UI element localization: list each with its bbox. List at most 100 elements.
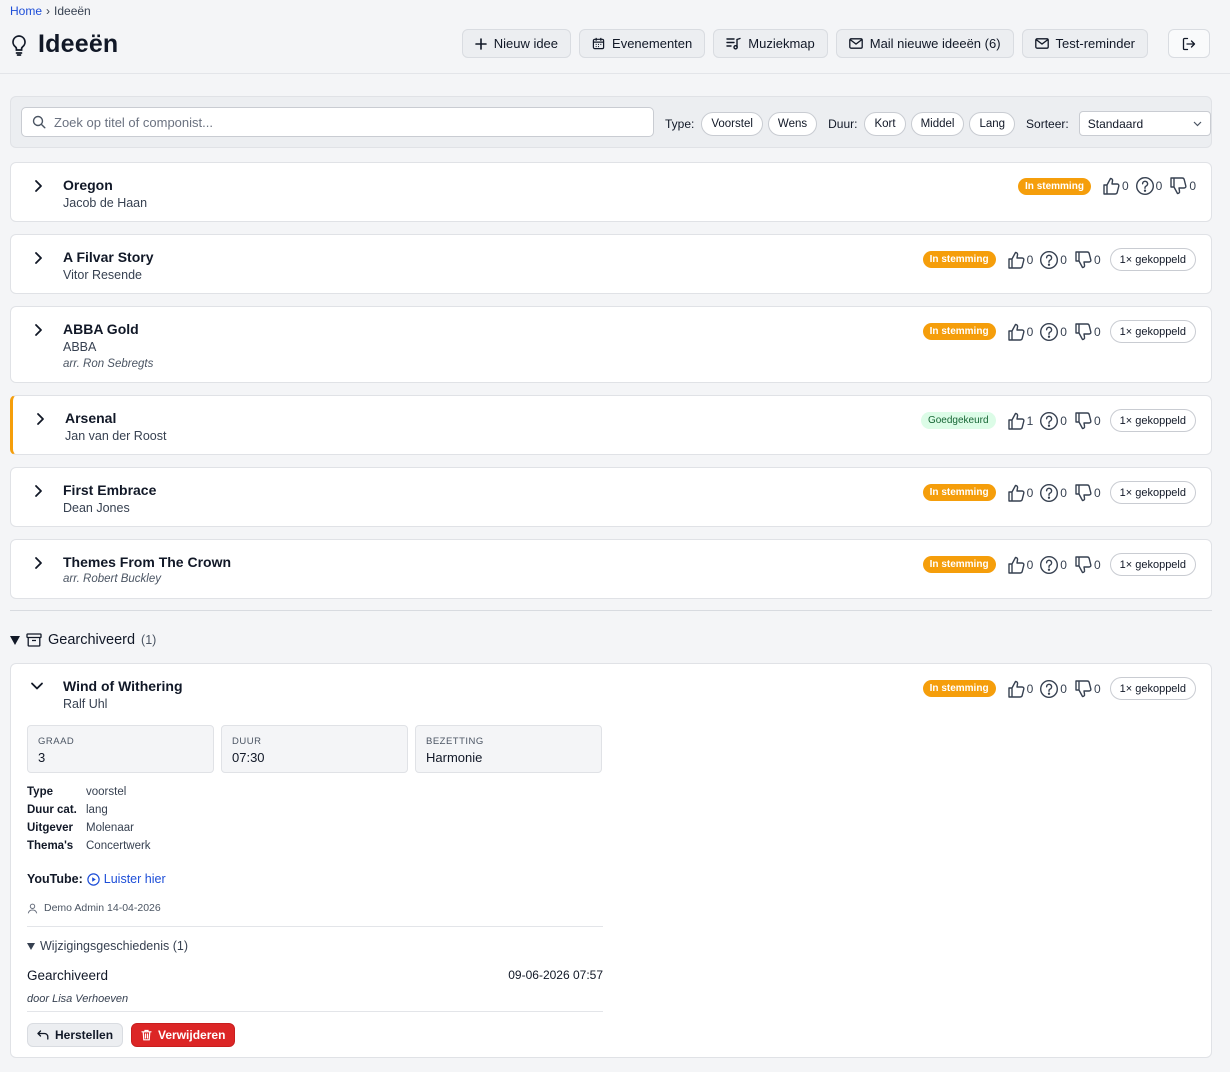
chevron-right-icon[interactable] xyxy=(33,323,43,337)
history-timestamp: 09-06-2026 07:57 xyxy=(508,968,603,982)
thumbs-up-icon xyxy=(1007,680,1025,698)
vote-down-count: 0 xyxy=(1093,324,1101,339)
chevron-right-icon[interactable] xyxy=(35,412,45,426)
linked-badge[interactable]: 1× gekoppeld xyxy=(1109,248,1196,271)
archive-label: Gearchiveerd xyxy=(48,632,136,648)
idea-composer: Vitor Resende xyxy=(63,268,142,282)
delete-button[interactable]: Verwijderen xyxy=(131,1023,236,1047)
vote-maybe[interactable]: 0 xyxy=(1039,679,1067,699)
question-circle-icon xyxy=(1135,176,1154,196)
caret-down-icon xyxy=(27,942,35,950)
search-icon xyxy=(32,115,46,129)
music-folder-label: Muziekmap xyxy=(748,36,815,51)
linked-badge[interactable]: 1× gekoppeld xyxy=(1109,409,1196,432)
vote-maybe[interactable]: 0 xyxy=(1039,322,1067,342)
question-circle-icon xyxy=(1040,322,1059,341)
grade-tile: GRAAD 3 xyxy=(27,725,214,773)
thumbs-up-icon xyxy=(1103,177,1120,195)
music-folder-button[interactable]: Muziekmap xyxy=(713,29,828,58)
status-badge: In stemming xyxy=(922,680,996,697)
youtube-link-label: Luister hier xyxy=(103,872,166,886)
status-badge: In stemming xyxy=(922,251,996,268)
search-input[interactable] xyxy=(54,114,643,130)
vote-down-count: 0 xyxy=(1093,681,1101,696)
property-value: lang xyxy=(86,804,108,816)
events-button[interactable]: Evenementen xyxy=(579,29,706,58)
idea-card[interactable]: ABBA Gold ABBA arr. Ron Sebregts In stem… xyxy=(10,306,1212,383)
status-badge: In stemming xyxy=(922,323,996,340)
tile-label: DUUR xyxy=(232,736,262,747)
idea-arranger: arr. Robert Buckley xyxy=(63,573,161,585)
vote-maybe[interactable]: 0 xyxy=(1039,555,1067,575)
duration-chip-kort[interactable]: Kort xyxy=(864,111,906,136)
thumbs-up-icon xyxy=(1007,484,1025,502)
vote-maybe[interactable]: 0 xyxy=(1039,250,1067,270)
chevron-down-icon[interactable] xyxy=(30,681,44,691)
vote-down[interactable]: 0 xyxy=(1168,176,1196,196)
vote-up[interactable]: 0 xyxy=(1006,555,1033,575)
vote-up[interactable]: 0 xyxy=(1006,250,1033,270)
vote-down[interactable]: 0 xyxy=(1073,322,1101,342)
idea-card[interactable]: Themes From The Crown arr. Robert Buckle… xyxy=(10,539,1212,599)
idea-card[interactable]: First Embrace Dean Jones In stemming 0 0… xyxy=(10,467,1212,527)
property-value: Molenaar xyxy=(86,822,134,834)
breadcrumb-home-link[interactable]: Home xyxy=(10,4,42,18)
thumbs-up-icon xyxy=(1007,412,1025,430)
linked-badge[interactable]: 1× gekoppeld xyxy=(1109,320,1196,343)
thumbs-down-icon xyxy=(1075,679,1092,697)
youtube-link[interactable]: Luister hier xyxy=(87,872,166,886)
vote-down[interactable]: 0 xyxy=(1073,250,1101,270)
new-idea-button[interactable]: Nieuw idee xyxy=(461,29,572,58)
linked-badge[interactable]: 1× gekoppeld xyxy=(1109,553,1196,576)
property-list: Type voorstel Duur cat. lang Uitgever Mo… xyxy=(27,786,151,852)
divider xyxy=(27,926,603,927)
history-toggle[interactable]: Wijzigingsgeschiedenis (1) xyxy=(27,939,188,953)
idea-card[interactable]: A Filvar Story Vitor Resende In stemming… xyxy=(10,234,1212,294)
duration-chip-middel[interactable]: Middel xyxy=(910,111,965,136)
vote-maybe-count: 0 xyxy=(1060,252,1067,267)
breadcrumb: Home › Ideeën xyxy=(10,4,91,18)
vote-up[interactable]: 0 xyxy=(1006,483,1033,503)
type-chip-wens[interactable]: Wens xyxy=(767,111,818,136)
filter-group: Type: Voorstel Wens Duur: Kort Middel La… xyxy=(665,111,1211,136)
vote-up[interactable]: 0 xyxy=(1006,322,1033,342)
chevron-right-icon[interactable] xyxy=(33,179,43,193)
chevron-right-icon[interactable] xyxy=(33,484,43,498)
mail-icon xyxy=(1034,38,1049,49)
idea-title: Wind of Withering xyxy=(63,678,183,694)
chevron-right-icon[interactable] xyxy=(33,556,43,570)
idea-card[interactable]: Oregon Jacob de Haan In stemming 0 0 0 xyxy=(10,162,1212,222)
instrumentation-tile: BEZETTING Harmonie xyxy=(415,725,602,773)
question-circle-icon xyxy=(1040,483,1059,502)
vote-down[interactable]: 0 xyxy=(1073,555,1101,575)
vote-maybe[interactable]: 0 xyxy=(1135,176,1162,196)
created-meta: Demo Admin 14-04-2026 xyxy=(27,902,161,914)
question-circle-icon xyxy=(1040,679,1059,698)
linked-badge[interactable]: 1× gekoppeld xyxy=(1109,677,1196,700)
chevron-right-icon[interactable] xyxy=(33,251,43,265)
sort-select[interactable]: Standaard xyxy=(1078,111,1211,136)
trash-icon xyxy=(141,1029,152,1041)
vote-up[interactable]: 1 xyxy=(1006,411,1033,431)
vote-maybe[interactable]: 0 xyxy=(1039,483,1067,503)
vote-down[interactable]: 0 xyxy=(1073,679,1101,699)
vote-up[interactable]: 0 xyxy=(1006,679,1033,699)
duration-chip-lang[interactable]: Lang xyxy=(969,111,1016,136)
idea-composer: Ralf Uhl xyxy=(63,697,108,711)
type-chip-voorstel[interactable]: Voorstel xyxy=(701,111,763,136)
vote-down[interactable]: 0 xyxy=(1073,411,1101,431)
tile-label: GRAAD xyxy=(38,736,75,747)
linked-badge[interactable]: 1× gekoppeld xyxy=(1109,481,1196,504)
archive-toggle[interactable]: Gearchiveerd (1) xyxy=(10,632,156,648)
idea-card[interactable]: Arsenal Jan van der Roost Goedgekeurd 1 … xyxy=(10,395,1212,455)
restore-button[interactable]: Herstellen xyxy=(27,1023,124,1047)
vote-up[interactable]: 0 xyxy=(1101,176,1129,196)
test-reminder-button[interactable]: Test-reminder xyxy=(1021,29,1148,58)
vote-down-count: 0 xyxy=(1093,485,1101,500)
logout-button[interactable] xyxy=(1168,29,1210,58)
caret-down-icon xyxy=(10,635,20,645)
vote-down[interactable]: 0 xyxy=(1073,483,1101,503)
vote-maybe[interactable]: 0 xyxy=(1039,411,1067,431)
youtube-label: YouTube: xyxy=(27,872,83,886)
mail-new-ideas-button[interactable]: Mail nieuwe ideeën (6) xyxy=(835,29,1014,58)
